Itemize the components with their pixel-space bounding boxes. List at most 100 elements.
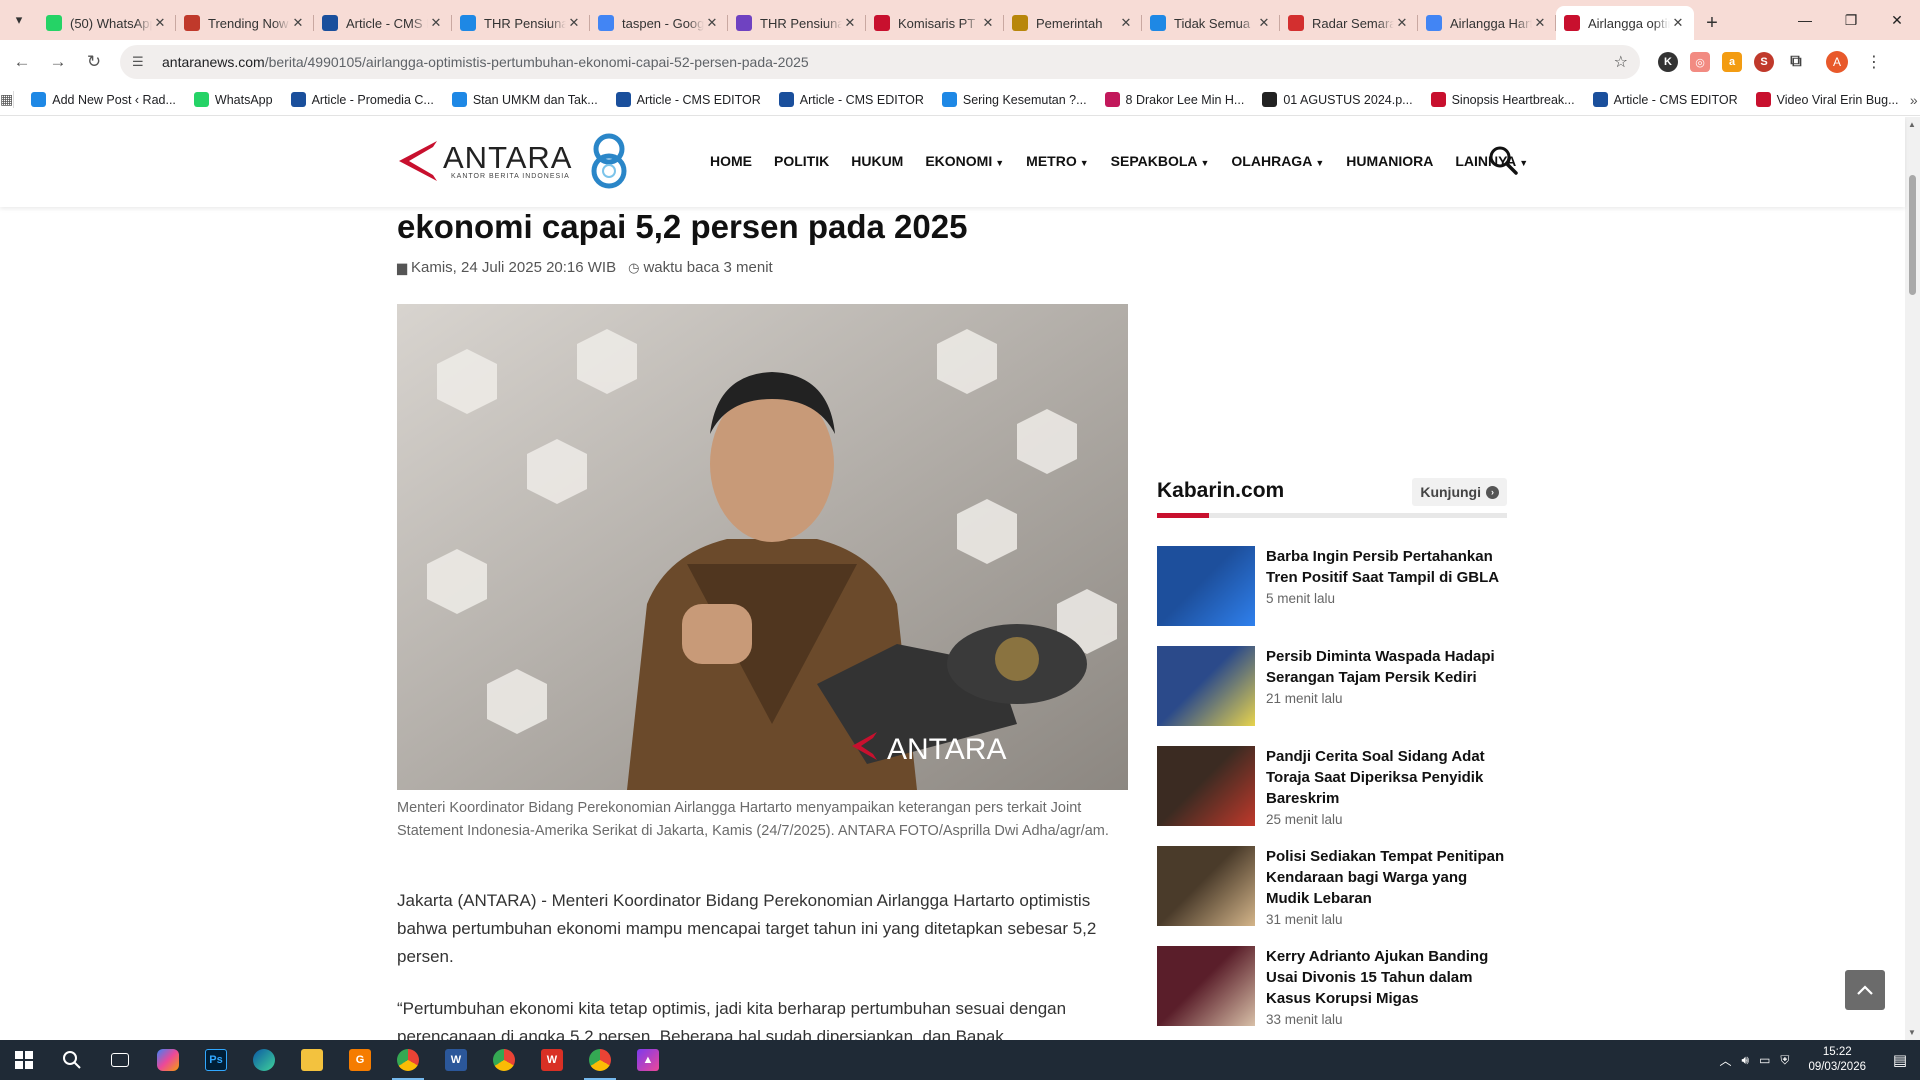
news-thumbnail[interactable] [1157,946,1255,1026]
tab-close-icon[interactable]: ✕ [428,15,444,31]
profile-avatar[interactable]: A [1826,51,1848,73]
new-tab-button[interactable]: + [1694,6,1730,40]
nav-item-hukum[interactable]: HUKUM [851,153,903,169]
start-button[interactable] [0,1040,48,1080]
bookmark-item[interactable]: Stan UMKM dan Tak... [443,92,607,107]
browser-tab[interactable]: Komisaris PT ✕ [866,6,1004,40]
extension-s-icon[interactable]: S [1754,52,1774,72]
browser-tab[interactable]: taspen - Google✕ [590,6,728,40]
browser-tab[interactable]: THR Pensiunan✕ [452,6,590,40]
apps-grid-icon[interactable]: ▦ [0,91,15,108]
tab-close-icon[interactable]: ✕ [1532,15,1548,31]
app-purple-icon[interactable]: ▲ [624,1040,672,1080]
page-scrollbar[interactable]: ▲ ▼ [1905,117,1920,1040]
browser-tab[interactable]: THR Pensiunan✕ [728,6,866,40]
chrome-taskbar-icon[interactable] [576,1040,624,1080]
security-icon[interactable]: ⛨ [1775,1053,1794,1068]
taskbar-search-icon[interactable] [48,1040,96,1080]
browser-tab[interactable]: Article - CMS EDITOR✕ [314,6,452,40]
address-bar[interactable]: ☰ antaranews.com/berita/4990105/airlangg… [120,45,1640,79]
tray-overflow-icon[interactable]: ︿ [1715,1052,1737,1069]
news-headline[interactable]: Pandji Cerita Soal Sidang Adat Toraja Sa… [1266,746,1507,809]
sidebar-news-item[interactable]: Kerry Adrianto Ajukan Banding Usai Divon… [1157,946,1507,1030]
news-thumbnail[interactable] [1157,546,1255,626]
tab-close-icon[interactable]: ✕ [704,15,720,31]
scrollbar-thumb[interactable] [1909,175,1916,295]
nav-item-humaniora[interactable]: HUMANIORA [1346,153,1433,169]
copilot-icon[interactable] [144,1040,192,1080]
tab-close-icon[interactable]: ✕ [1118,15,1134,31]
bookmark-item[interactable]: 8 Drakor Lee Min H... [1096,92,1254,107]
scroll-up-icon[interactable]: ▲ [1908,120,1916,129]
forward-icon[interactable]: → [40,44,76,80]
sidebar-news-item[interactable]: Persib Diminta Waspada Hadapi Serangan T… [1157,646,1507,730]
extensions-puzzle-icon[interactable]: ⧉ [1786,52,1806,72]
bookmark-item[interactable]: Sinopsis Heartbreak... [1422,92,1584,107]
nav-item-ekonomi[interactable]: EKONOMI ▼ [925,153,1004,169]
bookmark-item[interactable]: Article - CMS EDITOR [1584,92,1747,107]
bookmark-star-icon[interactable]: ☆ [1614,52,1628,72]
notification-icon[interactable]: ▤ [1880,1051,1920,1069]
bookmark-item[interactable]: Add New Post ‹ Rad... [22,92,185,107]
bookmark-item[interactable]: 01 AGUSTUS 2024.p... [1253,92,1421,107]
extension-k-icon[interactable]: K [1658,52,1678,72]
browser-tab[interactable]: Airlangga optimistis✕ [1556,6,1694,40]
news-thumbnail[interactable] [1157,846,1255,926]
close-window-icon[interactable]: ✕ [1874,0,1920,40]
news-headline[interactable]: Barba Ingin Persib Pertahankan Tren Posi… [1266,546,1507,588]
browser-tab[interactable]: Tidak Semua ✕ [1142,6,1280,40]
browser-menu-icon[interactable]: ⋮ [1860,52,1888,72]
restore-icon[interactable]: ❐ [1828,0,1874,40]
scroll-down-icon[interactable]: ▼ [1908,1028,1916,1037]
bookmark-item[interactable]: Sering Kesemutan ?... [933,92,1096,107]
extension-a-icon[interactable]: a [1722,52,1742,72]
nav-item-metro[interactable]: METRO ▼ [1026,153,1088,169]
browser-tab[interactable]: Pemerintah ✕ [1004,6,1142,40]
bookmark-item[interactable]: Article - CMS EDITOR [770,92,933,107]
back-to-top-button[interactable] [1845,970,1885,1010]
site-info-icon[interactable]: ☰ [132,54,152,70]
minimize-icon[interactable]: — [1782,0,1828,40]
browser-tab[interactable]: Airlangga Hartarto✕ [1418,6,1556,40]
volume-icon[interactable]: 🔊︎ [1737,1053,1755,1068]
sidebar-news-item[interactable]: Barba Ingin Persib Pertahankan Tren Posi… [1157,546,1507,630]
back-icon[interactable]: ← [4,44,40,80]
news-thumbnail[interactable] [1157,746,1255,826]
nav-item-home[interactable]: HOME [710,153,752,169]
network-icon[interactable]: ▭ [1754,1053,1775,1067]
tab-close-icon[interactable]: ✕ [1670,15,1686,31]
news-headline[interactable]: Polisi Sediakan Tempat Penitipan Kendara… [1266,846,1507,909]
file-explorer-icon[interactable] [288,1040,336,1080]
reload-icon[interactable]: ↻ [76,44,112,80]
news-thumbnail[interactable] [1157,646,1255,726]
bookmarks-overflow-icon[interactable]: » [1908,92,1920,108]
news-headline[interactable]: Kerry Adrianto Ajukan Banding Usai Divon… [1266,946,1507,1009]
bookmark-item[interactable]: Article - Promedia C... [282,92,443,107]
wps-icon[interactable]: W [528,1040,576,1080]
visit-button[interactable]: Kunjungi › [1412,478,1507,506]
extension-instagram-icon[interactable]: ◎ [1690,52,1710,72]
bookmark-item[interactable]: Article - CMS EDITOR [607,92,770,107]
bookmark-item[interactable]: Video Viral Erin Bug... [1747,92,1908,107]
taskbar-clock[interactable]: 15:22 09/03/2026 [1794,1045,1880,1075]
edge-icon[interactable] [240,1040,288,1080]
photoshop-icon[interactable]: Ps [192,1040,240,1080]
browser-tab[interactable]: Trending Now ✕ [176,6,314,40]
article-hero-photo[interactable]: ANTARA [397,304,1128,790]
task-view-icon[interactable] [96,1040,144,1080]
tab-search-icon[interactable]: ▾ [0,0,38,40]
bookmark-item[interactable]: WhatsApp [185,92,282,107]
tab-close-icon[interactable]: ✕ [842,15,858,31]
nav-item-sepakbola[interactable]: SEPAKBOLA ▼ [1111,153,1210,169]
tab-close-icon[interactable]: ✕ [152,15,168,31]
browser-tab[interactable]: (50) WhatsApp ✕ [38,6,176,40]
tab-close-icon[interactable]: ✕ [980,15,996,31]
nav-item-politik[interactable]: POLITIK [774,153,829,169]
nav-item-olahraga[interactable]: OLAHRAGA ▼ [1231,153,1324,169]
word-icon[interactable]: W [432,1040,480,1080]
sidebar-news-item[interactable]: Polisi Sediakan Tempat Penitipan Kendara… [1157,846,1507,930]
tab-close-icon[interactable]: ✕ [566,15,582,31]
browser-tab[interactable]: Radar Semarang✕ [1280,6,1418,40]
tab-close-icon[interactable]: ✕ [1256,15,1272,31]
antara-logo[interactable]: ANTARA KANTOR BERITA INDONESIA [397,133,634,189]
